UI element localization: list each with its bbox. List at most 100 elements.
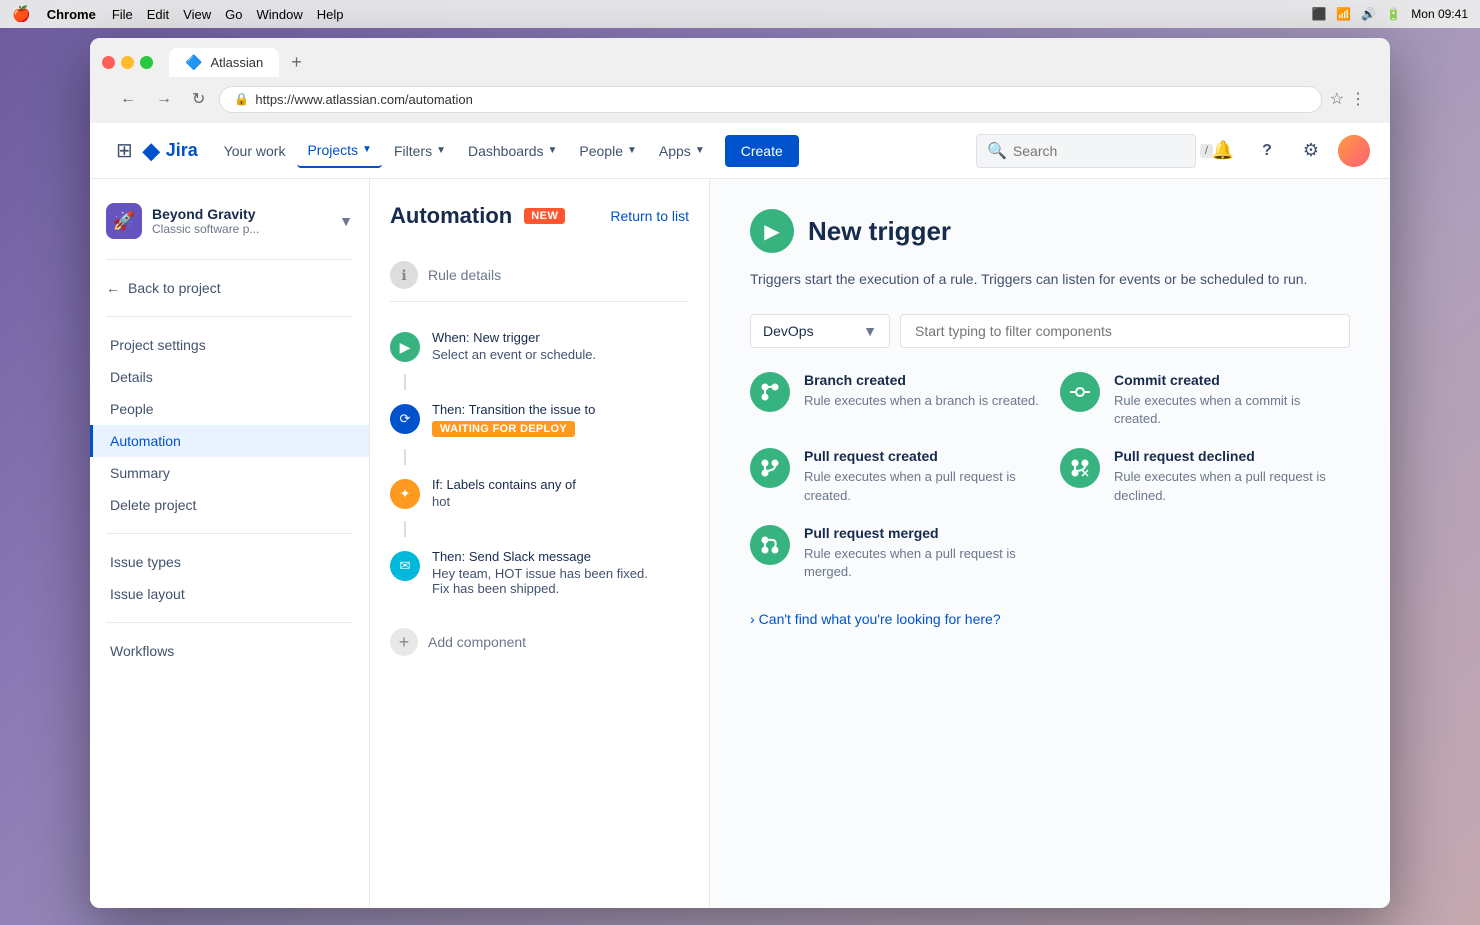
connector-2 [404,449,406,465]
settings-button[interactable]: ⚙ [1294,134,1328,168]
sidebar-item-summary-label: Summary [110,465,170,481]
commit-created-content: Commit created Rule executes when a comm… [1114,372,1350,428]
menu-help[interactable]: Help [317,7,344,22]
search-input[interactable] [1013,143,1194,159]
sidebar-item-automation[interactable]: Automation [90,425,369,457]
sidebar-item-summary[interactable]: Summary [90,457,369,489]
transition-flow-content: Then: Transition the issue to WAITING FO… [432,402,689,437]
rule-details-label: Rule details [428,267,501,283]
trigger-card-commit-created[interactable]: Commit created Rule executes when a comm… [1060,372,1350,428]
nav-people[interactable]: People ▼ [569,135,647,167]
trigger-grid: Branch created Rule executes when a bran… [750,372,1350,581]
forward-button[interactable]: → [150,86,178,112]
sidebar-item-details-label: Details [110,369,153,385]
project-info: Beyond Gravity Classic software p... [152,206,259,236]
close-button[interactable] [102,56,115,69]
trigger-card-pr-merged[interactable]: Pull request merged Rule executes when a… [750,525,1040,581]
jira-logo[interactable]: ◆ Jira [143,138,198,164]
pr-created-content: Pull request created Rule executes when … [804,448,1040,504]
slack-flow-sub: Hey team, HOT issue has been fixed. Fix … [432,566,689,596]
more-button[interactable]: ⋮ [1350,89,1366,109]
jira-nav-right: 🔍 / 🔔 ? ⚙ [976,134,1370,168]
trigger-header: ▶ New trigger [750,209,1350,253]
menu-file[interactable]: File [112,7,133,22]
project-name: Beyond Gravity [152,206,259,222]
transition-flow-label: Then: Transition the issue to [432,402,689,417]
trigger-flow-content: When: New trigger Select an event or sch… [432,330,689,362]
branch-created-content: Branch created Rule executes when a bran… [804,372,1040,410]
sidebar-item-people[interactable]: People [90,393,369,425]
cant-find-row[interactable]: › Can't find what you're looking for her… [750,611,1350,627]
menu-view[interactable]: View [183,7,211,22]
return-to-list-link[interactable]: Return to list [610,208,689,224]
automation-header: Automation NEW Return to list [390,203,689,229]
nav-your-work[interactable]: Your work [214,135,296,167]
tab-favicon: 🔷 [185,54,202,71]
cant-find-caret: › [750,611,755,627]
connector-1 [404,374,406,390]
nav-dashboards-label: Dashboards [468,143,544,159]
notifications-button[interactable]: 🔔 [1206,134,1240,168]
back-to-project-button[interactable]: ← Back to project [90,272,369,304]
user-avatar-button[interactable] [1338,135,1370,167]
trigger-card-branch-created[interactable]: Branch created Rule executes when a bran… [750,372,1040,428]
menu-window[interactable]: Window [256,7,302,22]
sidebar-item-delete-project[interactable]: Delete project [90,489,369,521]
flow-item-transition[interactable]: ⟳ Then: Transition the issue to WAITING … [390,390,689,449]
branch-created-icon [750,372,790,412]
menu-items[interactable]: File Edit View Go Window Help [112,7,344,22]
help-button[interactable]: ? [1250,134,1284,168]
nav-apps-caret: ▼ [695,145,705,156]
nav-filters-caret: ▼ [436,145,446,156]
browser-address-bar: ← → ↻ 🔒 https://www.atlassian.com/automa… [102,85,1378,123]
pr-merged-icon [750,525,790,565]
new-tab-button[interactable]: + [285,50,308,75]
address-bar-actions: ☆ ⋮ [1330,89,1366,109]
commit-created-desc: Rule executes when a commit is created. [1114,392,1350,428]
menu-go[interactable]: Go [225,7,242,22]
main-content: 🚀 Beyond Gravity Classic software p... ▼… [90,179,1390,908]
maximize-button[interactable] [140,56,153,69]
sidebar-item-workflows[interactable]: Workflows [90,635,369,667]
trigger-card-pr-declined[interactable]: Pull request declined Rule executes when… [1060,448,1350,504]
nav-projects[interactable]: Projects ▼ [297,134,381,168]
nav-filters[interactable]: Filters ▼ [384,135,456,167]
sidebar-item-issue-types[interactable]: Issue types [90,546,369,578]
notification-icon: 🔔 [1212,140,1234,161]
sidebar-item-issue-layout[interactable]: Issue layout [90,578,369,610]
nav-apps[interactable]: Apps ▼ [649,135,715,167]
trigger-card-pr-created[interactable]: Pull request created Rule executes when … [750,448,1040,504]
sidebar-item-details[interactable]: Details [90,361,369,393]
flow-item-condition[interactable]: ✦ If: Labels contains any of hot [390,465,689,521]
create-button[interactable]: Create [725,135,799,167]
flow-item-trigger[interactable]: ▶ When: New trigger Select an event or s… [390,318,689,374]
browser-chrome: 🔷 Atlassian + ← → ↻ 🔒 https://www.atlass… [90,38,1390,123]
filter-input[interactable] [900,314,1350,348]
nav-dashboards[interactable]: Dashboards ▼ [458,135,567,167]
user-avatar [1338,135,1370,167]
flow-item-slack[interactable]: ✉ Then: Send Slack message Hey team, HOT… [390,537,689,608]
slack-flow-content: Then: Send Slack message Hey team, HOT i… [432,549,689,596]
pr-declined-content: Pull request declined Rule executes when… [1114,448,1350,504]
sidebar-item-project-settings[interactable]: Project settings [90,329,369,361]
back-button[interactable]: ← [114,86,142,112]
cant-find-label: Can't find what you're looking for here? [759,611,1001,627]
refresh-button[interactable]: ↻ [186,85,211,113]
window-controls[interactable] [102,56,153,69]
menu-edit[interactable]: Edit [147,7,169,22]
devops-select[interactable]: DevOps ▼ [750,314,890,348]
minimize-button[interactable] [121,56,134,69]
grid-menu-button[interactable]: ⊞ [110,132,139,169]
bookmark-button[interactable]: ☆ [1330,89,1344,109]
address-bar[interactable]: 🔒 https://www.atlassian.com/automation [219,86,1321,113]
browser-tab[interactable]: 🔷 Atlassian [169,48,279,77]
sidebar-project-header[interactable]: 🚀 Beyond Gravity Classic software p... ▼ [90,195,369,247]
pr-declined-title: Pull request declined [1114,448,1350,464]
nav-people-label: People [579,143,623,159]
add-component-row[interactable]: + Add component [390,616,689,668]
add-component-button[interactable]: + [390,628,418,656]
sidebar-item-delete-project-label: Delete project [110,497,196,513]
commit-created-title: Commit created [1114,372,1350,388]
jira-logo-icon: ◆ [143,138,160,164]
search-box[interactable]: 🔍 / [976,134,1196,168]
